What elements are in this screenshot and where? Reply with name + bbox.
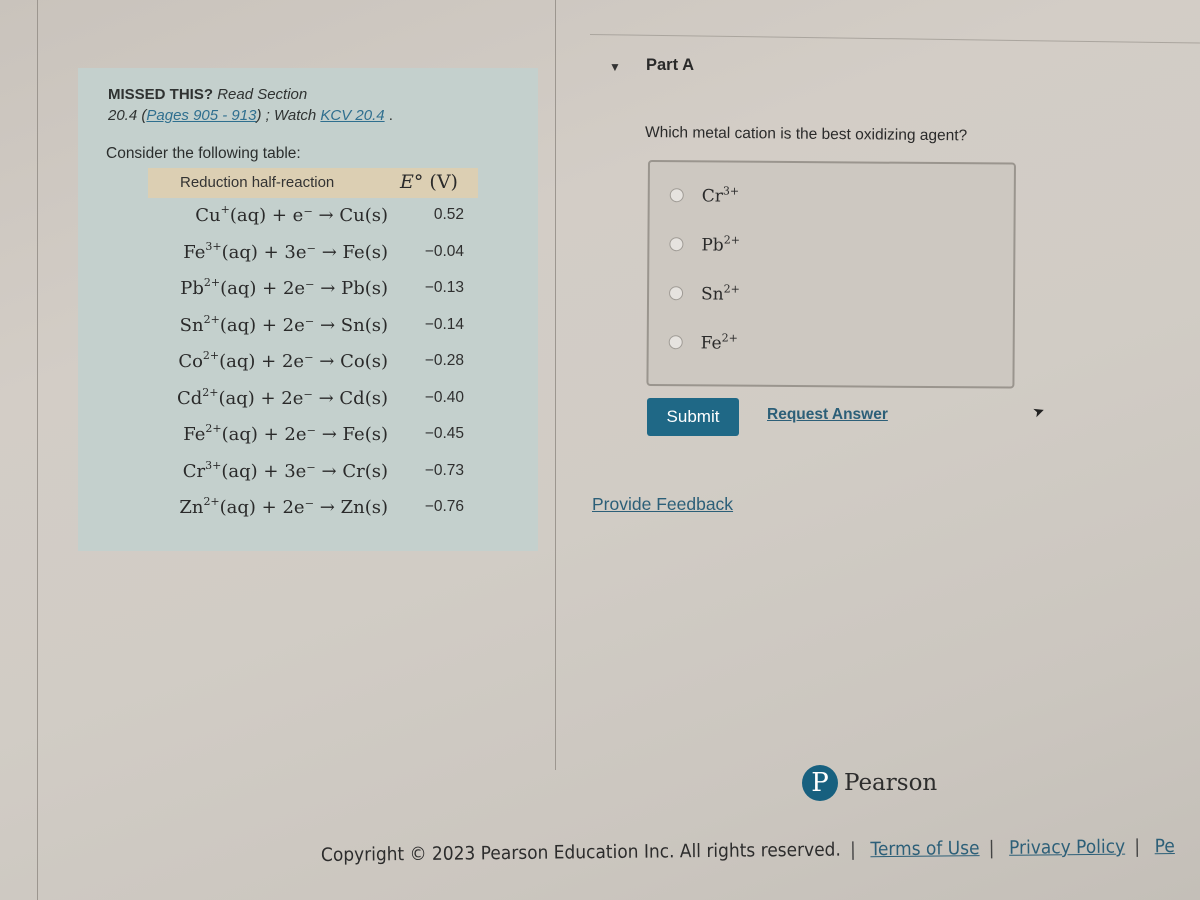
- radio-button[interactable]: [668, 335, 683, 350]
- potential-value: −0.76: [424, 498, 464, 515]
- frame-line-left: [37, 0, 38, 900]
- missed-this-hint: MISSED THIS? Read Section 20.4 (Pages 90…: [108, 86, 393, 124]
- table-row: Zn2+(aq) + 2e⁻ → Zn(s) −0.76: [78, 495, 538, 531]
- read-section-text: Read Section: [217, 86, 308, 103]
- potential-value: −0.45: [424, 425, 464, 442]
- radio-button[interactable]: [669, 188, 684, 203]
- table-row: Co2+(aq) + 2e⁻ → Co(s) −0.28: [78, 349, 538, 385]
- table-row: Fe3+(aq) + 3e⁻ → Fe(s) −0.04: [78, 240, 538, 276]
- answer-option-cr[interactable]: Cr3+: [669, 180, 740, 210]
- watch-text: ; Watch: [265, 107, 317, 124]
- permissions-link[interactable]: Pe: [1155, 836, 1175, 857]
- half-reaction: Cd2+(aq) + 2e⁻ → Cd(s): [176, 385, 388, 409]
- part-divider: [589, 34, 1200, 44]
- potential-value: −0.40: [424, 388, 464, 406]
- submit-button[interactable]: Submit: [647, 398, 739, 436]
- table-row: Cd2+(aq) + 2e⁻ → Cd(s) −0.40: [78, 386, 538, 422]
- answer-option-sn[interactable]: Sn2+: [669, 278, 740, 308]
- half-reaction: Cr3+(aq) + 3e⁻ → Cr(s): [182, 458, 388, 482]
- answer-option-fe[interactable]: Fe2+: [668, 327, 738, 357]
- table-row: Fe2+(aq) + 2e⁻ → Fe(s) −0.45: [78, 422, 538, 458]
- copyright-text: Copyright © 2023 Pearson Education Inc. …: [320, 839, 841, 866]
- pearson-p-icon: P: [802, 765, 838, 801]
- potential-value: 0.52: [433, 206, 464, 223]
- terms-of-use-link[interactable]: Terms of Use: [870, 838, 979, 860]
- consider-text: Consider the following table:: [106, 145, 301, 162]
- half-reaction: Zn2+(aq) + 2e⁻ → Zn(s): [179, 495, 388, 518]
- half-reaction: Sn2+(aq) + 2e⁻ → Sn(s): [179, 312, 388, 336]
- privacy-policy-link[interactable]: Privacy Policy: [1009, 837, 1125, 859]
- info-panel: MISSED THIS? Read Section 20.4 (Pages 90…: [78, 68, 538, 551]
- half-reaction: Cu+(aq) + e⁻ → Cu(s): [195, 203, 388, 226]
- potential-value: −0.14: [424, 315, 464, 333]
- provide-feedback-link[interactable]: Provide Feedback: [592, 494, 733, 515]
- half-reaction: Pb2+(aq) + 2e⁻ → Pb(s): [180, 276, 388, 299]
- caret-down-icon[interactable]: ▼: [609, 60, 621, 74]
- footer: Copyright © 2023 Pearson Education Inc. …: [320, 836, 1175, 866]
- kcv-link[interactable]: KCV 20.4: [320, 107, 384, 124]
- potential-value: −0.28: [424, 352, 464, 369]
- half-reaction: Fe2+(aq) + 2e⁻ → Fe(s): [183, 422, 388, 445]
- frame-line-middle: [555, 0, 556, 770]
- mouse-cursor-icon: ➤: [1030, 401, 1047, 421]
- part-title[interactable]: Part A: [646, 56, 694, 75]
- radio-button[interactable]: [669, 237, 684, 252]
- question-text: Which metal cation is the best oxidizing…: [644, 124, 968, 145]
- section-number: 20.4: [108, 107, 138, 124]
- option-label: Cr3+: [701, 184, 740, 207]
- potential-value: −0.73: [424, 461, 464, 479]
- option-label: Fe2+: [700, 331, 738, 354]
- potential-value: −0.13: [424, 279, 464, 296]
- pearson-logo: P Pearson: [802, 765, 937, 801]
- header-reaction: Reduction half-reaction: [180, 174, 335, 191]
- answer-option-pb[interactable]: Pb2+: [669, 229, 740, 259]
- header-potential: E° (V): [400, 171, 458, 193]
- option-label: Sn2+: [700, 282, 740, 305]
- table-row: Pb2+(aq) + 2e⁻ → Pb(s) −0.13: [78, 276, 538, 312]
- answer-options: Cr3+ Pb2+ Sn2+ Fe2+: [646, 160, 1016, 389]
- potential-value: −0.04: [424, 242, 464, 260]
- half-reaction: Co2+(aq) + 2e⁻ → Co(s): [178, 349, 388, 372]
- table-row: Cu+(aq) + e⁻ → Cu(s) 0.52: [78, 203, 538, 239]
- pages-link[interactable]: Pages 905 - 913: [146, 107, 256, 124]
- request-answer-link[interactable]: Request Answer: [767, 406, 888, 424]
- table-row: Sn2+(aq) + 2e⁻ → Sn(s) −0.14: [78, 313, 538, 349]
- table-row: Cr3+(aq) + 3e⁻ → Cr(s) −0.73: [78, 459, 538, 495]
- pearson-wordmark: Pearson: [844, 770, 938, 796]
- half-reaction: Fe3+(aq) + 3e⁻ → Fe(s): [183, 239, 388, 263]
- option-label: Pb2+: [701, 233, 741, 256]
- table-header: Reduction half-reaction E° (V): [148, 168, 478, 198]
- radio-button[interactable]: [669, 286, 684, 301]
- missed-label: MISSED THIS?: [108, 86, 214, 103]
